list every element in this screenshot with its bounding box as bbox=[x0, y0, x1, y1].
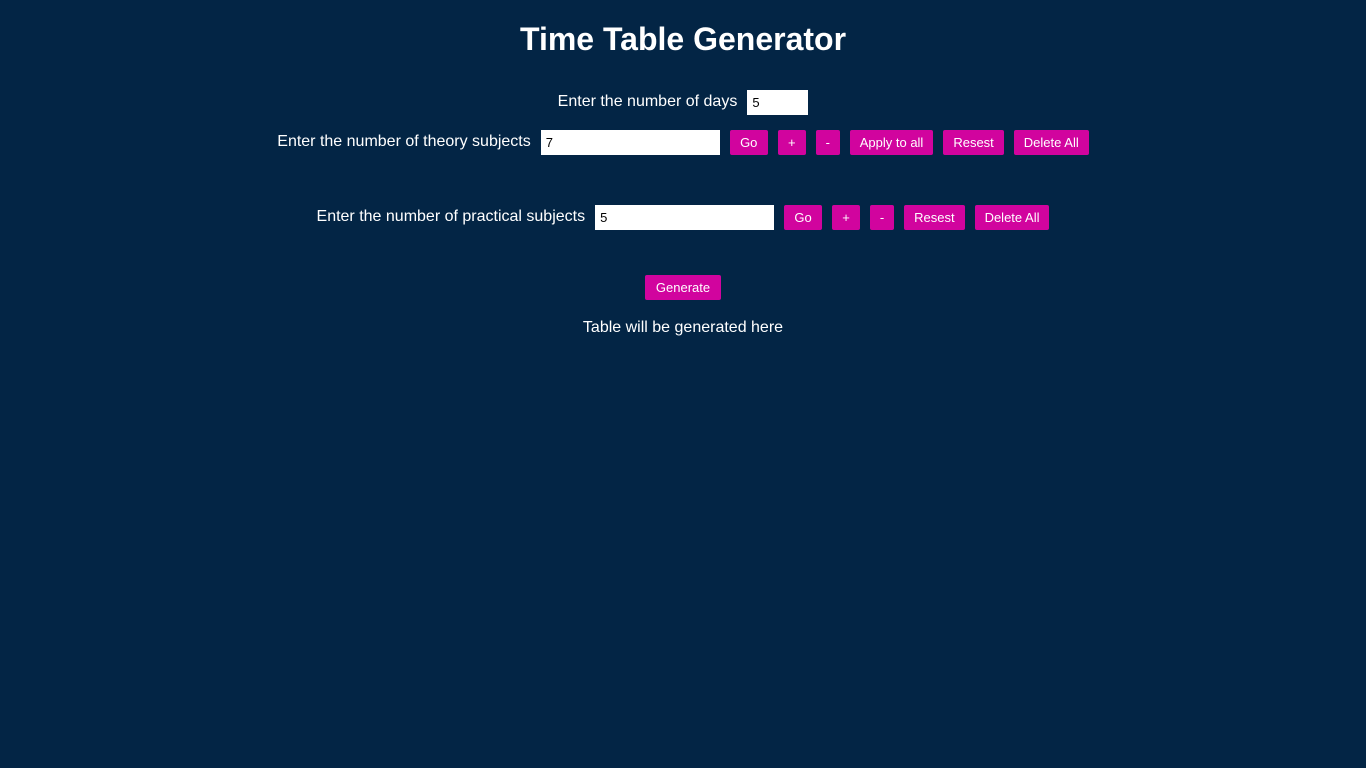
result-row: Table will be generated here bbox=[0, 315, 1366, 341]
generate-row: Generate bbox=[0, 274, 1366, 300]
practical-reset-button[interactable]: Resest bbox=[904, 204, 965, 230]
days-label: Enter the number of days bbox=[557, 93, 738, 110]
days-input[interactable] bbox=[747, 89, 809, 115]
theory-apply-all-button[interactable]: Apply to all bbox=[849, 129, 934, 155]
practical-go-button[interactable]: Go bbox=[784, 204, 823, 230]
practical-delete-all-button[interactable]: Delete All bbox=[974, 204, 1050, 230]
page-title: Time Table Generator bbox=[519, 21, 847, 57]
theory-add-button[interactable]: + bbox=[777, 129, 806, 155]
table-placeholder-text: Table will be generated here bbox=[582, 319, 784, 336]
generate-button[interactable]: Generate bbox=[645, 274, 721, 300]
theory-row: Enter the number of theory subjects Go +… bbox=[0, 129, 1366, 155]
page: Time Table Generator Enter the number of… bbox=[0, 0, 1366, 768]
theory-remove-button[interactable]: - bbox=[815, 129, 840, 155]
practical-label: Enter the number of practical subjects bbox=[316, 208, 586, 225]
theory-subjects-input[interactable] bbox=[540, 129, 720, 155]
theory-delete-all-button[interactable]: Delete All bbox=[1013, 129, 1089, 155]
practical-remove-button[interactable]: - bbox=[870, 204, 895, 230]
practical-row: Enter the number of practical subjects G… bbox=[0, 204, 1366, 230]
practical-add-button[interactable]: + bbox=[832, 204, 861, 230]
theory-reset-button[interactable]: Resest bbox=[943, 129, 1004, 155]
days-row: Enter the number of days bbox=[0, 89, 1366, 115]
practical-subjects-input[interactable] bbox=[595, 204, 775, 230]
theory-go-button[interactable]: Go bbox=[729, 129, 768, 155]
theory-label: Enter the number of theory subjects bbox=[277, 133, 531, 150]
